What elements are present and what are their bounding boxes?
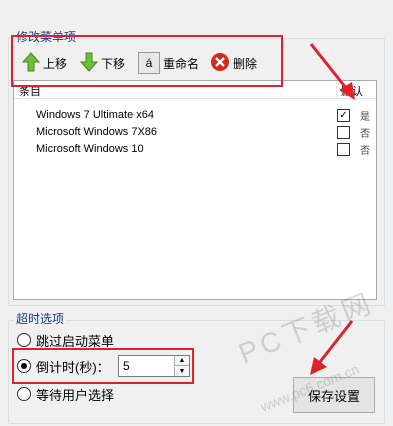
- list-item[interactable]: Microsoft Windows 10: [36, 143, 144, 155]
- default-flag: 是: [360, 112, 370, 123]
- wait-user-radio[interactable]: [17, 387, 31, 401]
- default-checkbox[interactable]: ✓: [337, 109, 350, 122]
- default-flag: 否: [360, 129, 370, 140]
- annotation-arrow-icon: [309, 43, 355, 100]
- wait-user-label[interactable]: 等待用户选择: [36, 385, 114, 404]
- annotation-toolbar-box: [11, 35, 283, 87]
- default-flag: 否: [360, 146, 370, 157]
- list-item[interactable]: Windows 7 Ultimate x64: [36, 109, 154, 121]
- skip-menu-radio[interactable]: [17, 333, 31, 347]
- menu-entries-list[interactable]: 条目 默认 Windows 7 Ultimate x64 ✓ 是 Microso…: [13, 80, 377, 300]
- annotation-countdown-box: [12, 348, 194, 384]
- annotation-arrow-icon: [310, 320, 354, 375]
- default-checkbox[interactable]: [337, 126, 350, 139]
- timeout-legend: 超时选项: [14, 310, 67, 327]
- default-checkbox[interactable]: [337, 143, 350, 156]
- list-item[interactable]: Microsoft Windows 7X86: [36, 126, 157, 138]
